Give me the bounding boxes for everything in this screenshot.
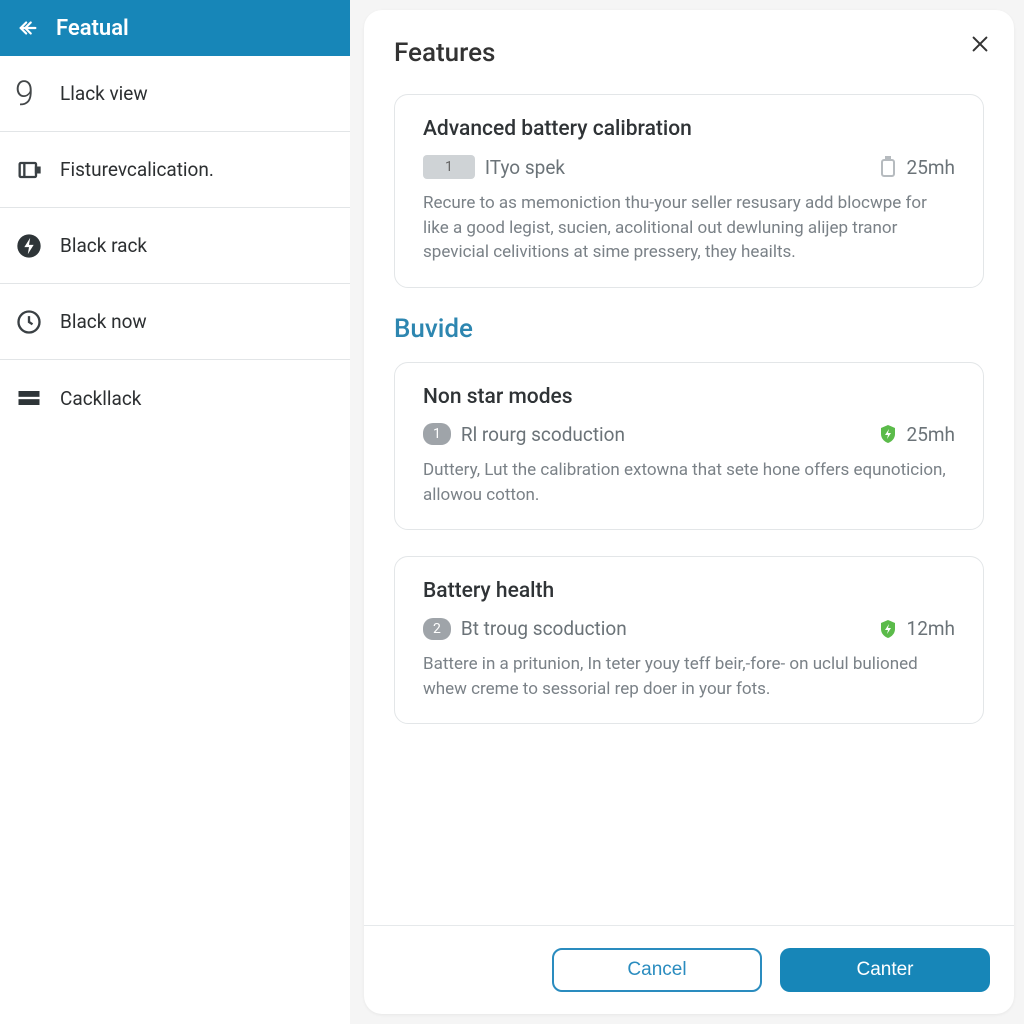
feature-card-advanced-battery[interactable]: Advanced battery calibration 1 ITyo spek… xyxy=(394,94,984,288)
sidebar-title: Featual xyxy=(56,16,129,41)
back-button[interactable] xyxy=(14,14,42,42)
card-meta-text: 12mh xyxy=(907,617,955,640)
cancel-button[interactable]: Cancel xyxy=(552,948,762,992)
card-sub-text: Bt troug scoduction xyxy=(461,617,627,640)
card-title: Battery health xyxy=(423,579,955,603)
sidebar-header: Featual xyxy=(0,0,350,56)
section-title: Buvide xyxy=(394,314,984,344)
sidebar: Featual 9 Llack view Fisturevcalication.… xyxy=(0,0,350,1024)
panel: Features Advanced battery calibration 1 … xyxy=(364,10,1014,1014)
card-row: 1 Rl rourg scoduction 25mh xyxy=(423,423,955,446)
sidebar-item-label: Llack view xyxy=(60,82,148,105)
clock-icon xyxy=(14,307,44,337)
digit-nine-icon: 9 xyxy=(14,79,44,109)
card-row: 1 ITyo spek 25mh xyxy=(423,155,955,179)
card-sub: 1 Rl rourg scoduction xyxy=(423,423,625,446)
sidebar-item-black-now[interactable]: Black now xyxy=(0,284,350,360)
sidebar-item-label: Fisturevcalication. xyxy=(60,158,214,181)
shield-bolt-icon xyxy=(879,619,897,639)
panel-body: Features Advanced battery calibration 1 … xyxy=(364,10,1014,925)
sidebar-item-label: Black rack xyxy=(60,234,147,257)
confirm-button[interactable]: Canter xyxy=(780,948,990,992)
card-meta-text: 25mh xyxy=(907,156,955,179)
card-badge: 1 xyxy=(423,155,475,179)
close-button[interactable] xyxy=(966,30,994,58)
card-title: Non star modes xyxy=(423,385,955,409)
bolt-circle-icon xyxy=(14,231,44,261)
feature-card-non-star-modes[interactable]: Non star modes 1 Rl rourg scoduction 25m… xyxy=(394,362,984,530)
svg-text:9: 9 xyxy=(15,77,34,111)
shield-bolt-icon xyxy=(879,424,897,444)
card-title: Advanced battery calibration xyxy=(423,117,955,141)
battery-outline-icon xyxy=(879,156,897,178)
card-sub-text: ITyo spek xyxy=(485,156,565,179)
sidebar-item-label: Black now xyxy=(60,310,147,333)
card-meta: 12mh xyxy=(879,617,955,640)
card-sub-text: Rl rourg scoduction xyxy=(461,423,625,446)
card-sub: 2 Bt troug scoduction xyxy=(423,617,627,640)
card-meta-text: 25mh xyxy=(907,423,955,446)
card-sub: 1 ITyo spek xyxy=(423,155,565,179)
sidebar-item-fisture[interactable]: Fisturevcalication. xyxy=(0,132,350,208)
card-desc: Duttery, Lut the calibration extowna tha… xyxy=(423,458,955,507)
sidebar-item-lack-view[interactable]: 9 Llack view xyxy=(0,56,350,132)
card-badge: 1 xyxy=(423,423,451,445)
sidebar-item-cacklack[interactable]: Cackllack xyxy=(0,360,350,436)
battery-icon xyxy=(14,155,44,185)
card-row: 2 Bt troug scoduction 12mh xyxy=(423,617,955,640)
card-desc: Battere in a pritunion, In teter youy te… xyxy=(423,652,955,701)
panel-title: Features xyxy=(394,38,984,68)
sidebar-item-black-rack[interactable]: Black rack xyxy=(0,208,350,284)
sidebar-item-label: Cackllack xyxy=(60,387,141,410)
feature-card-battery-health[interactable]: Battery health 2 Bt troug scoduction 12m… xyxy=(394,556,984,724)
panel-footer: Cancel Canter xyxy=(364,925,1014,1014)
close-icon xyxy=(969,33,991,55)
card-badge: 2 xyxy=(423,618,451,640)
card-desc: Recure to as memoniction thu-your seller… xyxy=(423,191,955,265)
card-meta: 25mh xyxy=(879,156,955,179)
stack-icon xyxy=(14,383,44,413)
panel-wrap: Features Advanced battery calibration 1 … xyxy=(350,0,1024,1024)
card-meta: 25mh xyxy=(879,423,955,446)
app-root: Featual 9 Llack view Fisturevcalication.… xyxy=(0,0,1024,1024)
